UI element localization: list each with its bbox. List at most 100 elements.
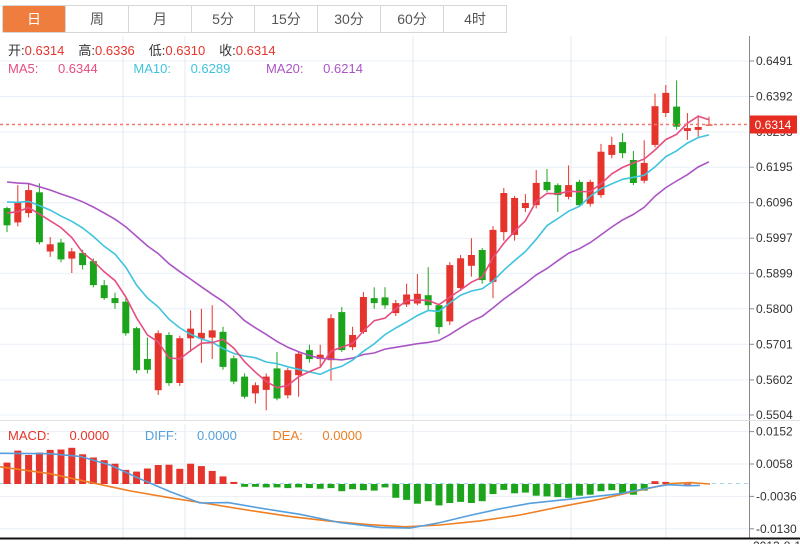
macd-hist-bar	[683, 483, 691, 485]
axis-tick-label: 0.0152	[756, 425, 793, 439]
candle-body	[521, 203, 529, 208]
candle-body	[651, 106, 659, 145]
macd-hist-bar	[230, 481, 238, 484]
candle-body	[251, 385, 259, 394]
macd-layer	[0, 447, 749, 529]
last-price-badge-text: 0.6314	[755, 118, 792, 132]
macd-hist-bar	[435, 484, 443, 506]
candle-body	[3, 208, 11, 226]
ma20-readout: MA20: 0.6214	[265, 61, 363, 76]
chart-canvas[interactable]: 0.64910.63920.62930.61950.60960.59970.58…	[0, 0, 800, 544]
close-label: 收:	[219, 43, 236, 58]
macd-hist-bar	[251, 484, 259, 487]
date-axis-layer: 2013-8-12	[0, 537, 800, 544]
macd-hist-bar	[14, 450, 22, 484]
axis-tick-label: 0.5504	[756, 408, 793, 422]
tab-5min[interactable]: 5分	[191, 5, 255, 33]
tab-day[interactable]: 日	[2, 5, 66, 33]
macd-hist-bar	[532, 484, 540, 496]
axis-tick-label: 0.5602	[756, 373, 793, 387]
macd-hist-bar	[392, 484, 400, 498]
candle-body	[57, 242, 65, 260]
kline-chart-app: 日周月5分15分30分60分4时 0.64910.63920.62930.619…	[0, 0, 800, 544]
macd-hist-bar	[273, 484, 281, 488]
axis-tick-label: -0.0036	[756, 489, 797, 503]
macd-hist-bar	[154, 465, 162, 484]
macd-hist-bar	[554, 484, 562, 498]
macd-hist-bar	[25, 455, 33, 484]
candle-body	[230, 358, 238, 382]
candle-body	[694, 127, 702, 130]
candle-body	[46, 244, 54, 252]
candle-body	[208, 330, 216, 338]
macd-hist-bar	[651, 481, 659, 484]
macd-hist-bar	[295, 484, 303, 488]
candle-body	[500, 193, 508, 233]
axis-tick-label: 0.0058	[756, 457, 793, 471]
macd-hist-bar	[413, 484, 421, 504]
low-label: 低:	[148, 43, 166, 58]
axis-tick-label: 0.5701	[756, 337, 793, 351]
tab-15min[interactable]: 15分	[254, 5, 318, 33]
candle-body	[640, 162, 648, 181]
tab-60min[interactable]: 60分	[380, 5, 444, 33]
candle-body	[68, 251, 76, 259]
candle-body	[338, 312, 346, 351]
axis-tick-label: 0.5899	[756, 266, 793, 280]
candle-body	[295, 353, 303, 376]
macd-hist-bar	[467, 484, 475, 503]
candle-body	[122, 301, 130, 334]
date-axis-line	[0, 537, 800, 540]
axis-tick-label: 0.5997	[756, 231, 793, 245]
date-axis-label-clipped: 2013-8-12	[753, 539, 800, 544]
high-label: 高:	[78, 43, 96, 58]
macd-hist-bar	[575, 484, 583, 496]
macd-hist-bar	[3, 462, 11, 484]
candle-body	[273, 368, 281, 399]
macd-hist-bar	[586, 484, 594, 495]
candle-body	[575, 181, 583, 206]
candle-body	[467, 255, 475, 266]
candle-body	[176, 338, 184, 383]
macd-hist-bar	[403, 484, 411, 500]
macd-hist-bar	[359, 484, 367, 491]
macd-hist-bar	[338, 484, 346, 492]
candle-body	[543, 181, 551, 191]
macd-hist-bar	[381, 484, 389, 488]
last-price-badge-layer: 0.6314	[750, 115, 797, 134]
candle-body	[608, 144, 616, 155]
tab-week[interactable]: 周	[65, 5, 129, 33]
candle-body	[89, 261, 97, 286]
candle-body	[100, 285, 108, 299]
tab-30min[interactable]: 30分	[317, 5, 381, 33]
candle-body	[165, 335, 173, 384]
macd-hist-bar	[262, 484, 270, 488]
candle-body	[446, 265, 454, 322]
tab-4hour[interactable]: 4时	[443, 5, 507, 33]
macd-value-readout: MACD: 0.0000	[8, 428, 110, 443]
candle-body	[586, 181, 594, 204]
macd-hist-bar	[305, 484, 313, 489]
candle-body	[413, 293, 421, 304]
ohlc-readout: 开:0.6314 高:0.6336 低:0.6310 收:0.6314	[8, 40, 290, 59]
macd-hist-bar	[608, 484, 616, 491]
macd-hist-bar	[165, 464, 173, 484]
axis-tick-label: 0.6195	[756, 160, 793, 174]
tab-month[interactable]: 月	[128, 5, 192, 33]
high-value: 0.6336	[95, 43, 135, 58]
macd-hist-bar	[187, 463, 195, 484]
open-value: 0.6314	[24, 43, 65, 58]
candle-body	[111, 298, 119, 304]
macd-hist-bar	[511, 484, 519, 494]
open-label: 开:	[8, 43, 25, 58]
timeframe-tabbar: 日周月 5分 15分 30分 60分 4时	[0, 0, 800, 34]
axis-tick-label: 0.6491	[756, 54, 793, 68]
macd-hist-bar	[478, 484, 486, 502]
macd-hist-bar	[284, 484, 292, 489]
candle-body	[143, 359, 151, 370]
macd-hist-bar	[424, 484, 432, 502]
axis-layer: 0.64910.63920.62930.61950.60960.59970.58…	[749, 36, 797, 538]
candle-body	[35, 192, 43, 243]
macd-hist-bar	[46, 449, 54, 484]
axis-tick-label: 0.6096	[756, 196, 793, 210]
